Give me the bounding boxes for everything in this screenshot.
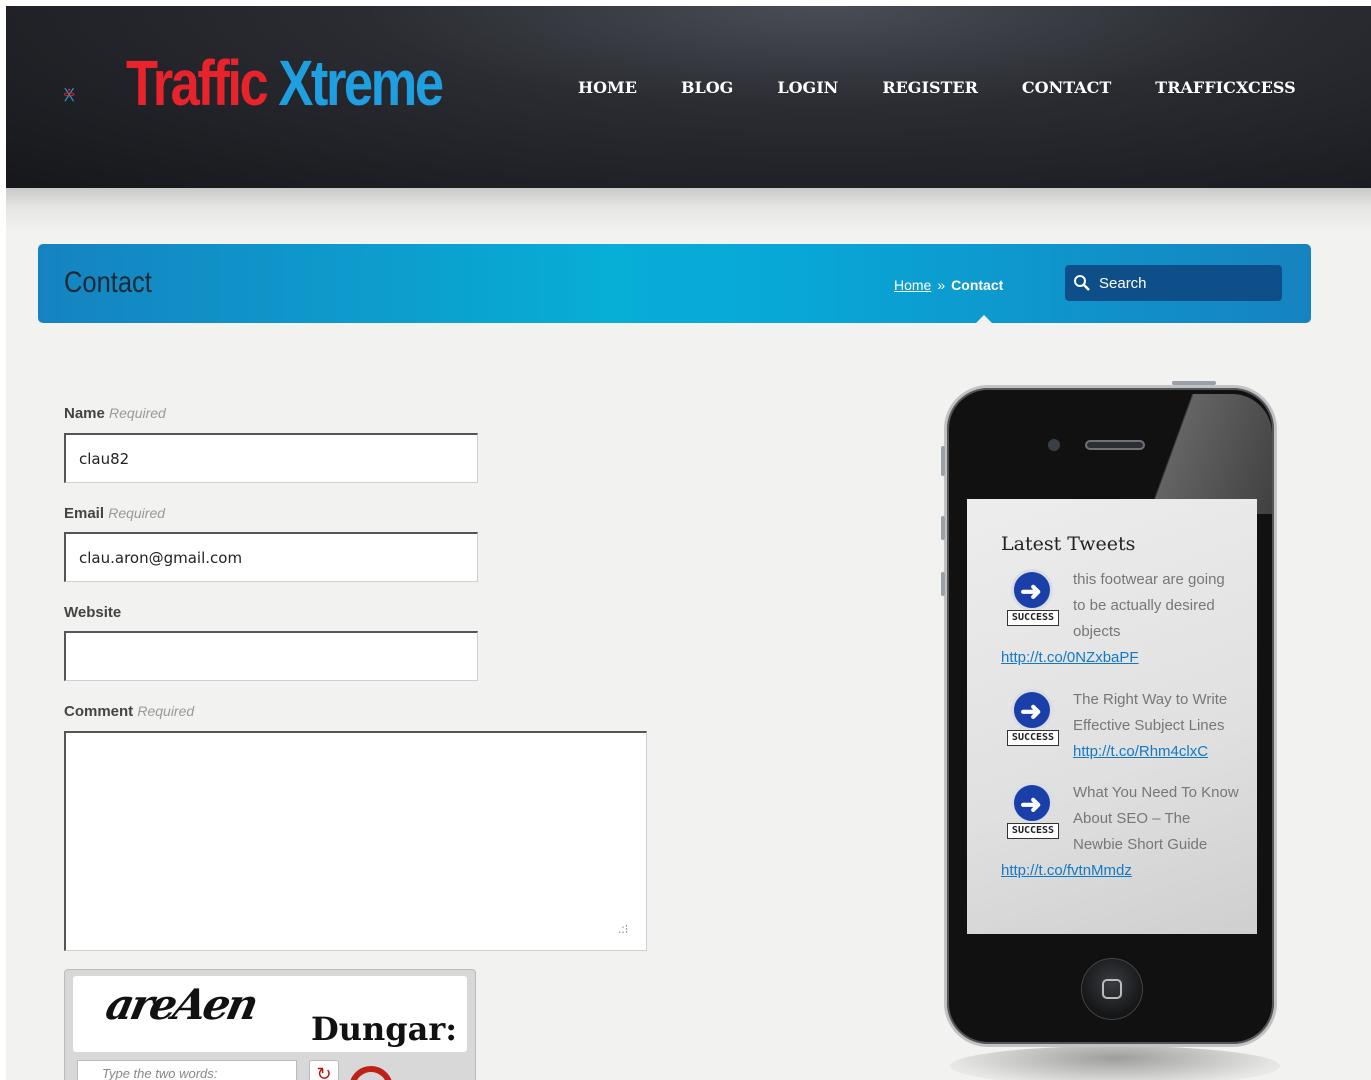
comment-label-text: Comment bbox=[64, 703, 134, 720]
phone-volume-down bbox=[941, 572, 945, 596]
captcha-word-1: areAen bbox=[101, 980, 261, 1029]
nav-login[interactable]: LOGIN bbox=[777, 78, 838, 97]
title-bar: Contact Home » Contact bbox=[38, 244, 1311, 323]
website-field[interactable] bbox=[64, 631, 478, 681]
phone-glare bbox=[1102, 394, 1272, 514]
nav-trafficxcess[interactable]: TRAFFICXCESS bbox=[1155, 78, 1295, 97]
name-required-hint: Required bbox=[109, 405, 166, 421]
website-label-text: Website bbox=[64, 604, 122, 621]
tweet-text: this footwear are going to be actually d… bbox=[1073, 571, 1225, 640]
success-avatar-icon: ➜ SUCCESS bbox=[1001, 567, 1063, 629]
nav-contact[interactable]: CONTACT bbox=[1022, 78, 1111, 97]
nav-register[interactable]: REGISTER bbox=[882, 78, 978, 97]
nav-home[interactable]: HOME bbox=[578, 78, 637, 97]
search-icon[interactable] bbox=[1073, 274, 1091, 292]
search-input[interactable] bbox=[1099, 270, 1274, 296]
breadcrumb-current: Contact bbox=[951, 277, 1004, 293]
email-required-hint: Required bbox=[108, 505, 166, 521]
tweet-item: ➜ SUCCESS What You Need To Know About SE… bbox=[1001, 780, 1241, 884]
tweets-title: Latest Tweets bbox=[1001, 533, 1136, 555]
tweet-link[interactable]: http://t.co/fvtnMmdz bbox=[1001, 862, 1132, 879]
captcha-widget: areAen Dungar: ↻ bbox=[64, 969, 476, 1080]
main-nav: HOME BLOG LOGIN REGISTER CONTACT TRAFFIC… bbox=[578, 78, 1340, 97]
captcha-image: areAen Dungar: bbox=[73, 976, 467, 1052]
logo-text[interactable]: Traffic Xtreme bbox=[126, 46, 444, 120]
tweet-link[interactable]: http://t.co/Rhm4clxC bbox=[1073, 743, 1208, 760]
latest-tweets-widget: Latest Tweets ➜ SUCCESS this footwear ar… bbox=[967, 499, 1257, 934]
success-badge: SUCCESS bbox=[1007, 610, 1059, 626]
resize-grip-icon[interactable]: .:⁝ bbox=[618, 922, 628, 936]
breadcrumb-home-link[interactable]: Home bbox=[894, 277, 931, 293]
phone-reflection bbox=[950, 1046, 1280, 1080]
tweet-item: ➜ SUCCESS The Right Way to Write Effecti… bbox=[1001, 687, 1241, 765]
site-header: Traffic Xtreme HOME BLOG LOGIN REGISTER … bbox=[6, 6, 1371, 188]
captcha-reload-icon[interactable]: ↻ bbox=[309, 1060, 339, 1080]
success-badge: SUCCESS bbox=[1007, 823, 1059, 839]
comment-required-hint: Required bbox=[137, 703, 195, 719]
phone-camera-icon bbox=[1048, 439, 1060, 451]
logo-word-xtreme: Xtreme bbox=[278, 47, 444, 119]
phone-power-button bbox=[1172, 381, 1216, 385]
name-field[interactable] bbox=[64, 433, 478, 483]
breadcrumb: Home » Contact bbox=[894, 277, 1003, 293]
phone-side-button bbox=[941, 446, 945, 476]
recaptcha-logo-icon bbox=[349, 1066, 393, 1080]
logo-icon[interactable] bbox=[64, 50, 128, 140]
success-badge: SUCCESS bbox=[1007, 730, 1059, 746]
name-label-text: Name bbox=[64, 405, 105, 422]
search-box[interactable] bbox=[1065, 265, 1282, 301]
breadcrumb-caret bbox=[976, 315, 992, 323]
success-avatar-icon: ➜ SUCCESS bbox=[1001, 687, 1063, 749]
page: Traffic Xtreme HOME BLOG LOGIN REGISTER … bbox=[6, 6, 1371, 1080]
header-shadow bbox=[6, 188, 1371, 232]
page-title: Contact bbox=[64, 266, 152, 299]
breadcrumb-separator: » bbox=[937, 277, 946, 293]
comment-label: Comment Required bbox=[64, 703, 194, 720]
email-field[interactable] bbox=[64, 532, 478, 582]
tweet-link[interactable]: http://t.co/0NZxbaPF bbox=[1001, 649, 1139, 666]
comment-textarea[interactable] bbox=[64, 731, 647, 951]
tweet-text: The Right Way to Write Effective Subject… bbox=[1073, 691, 1228, 734]
logo-word-traffic: Traffic bbox=[126, 47, 269, 119]
tweet-text: What You Need To Know About SEO – The Ne… bbox=[1073, 784, 1239, 853]
email-label-text: Email bbox=[64, 505, 105, 522]
phone-home-button-icon bbox=[1081, 958, 1143, 1020]
success-avatar-icon: ➜ SUCCESS bbox=[1001, 780, 1063, 842]
website-label: Website bbox=[64, 604, 121, 621]
tweet-item: ➜ SUCCESS this footwear are going to be … bbox=[1001, 567, 1241, 671]
captcha-input[interactable] bbox=[77, 1060, 297, 1080]
captcha-word-2: Dungar: bbox=[311, 1010, 458, 1048]
phone-volume-up bbox=[941, 516, 945, 540]
name-label: Name Required bbox=[64, 405, 166, 422]
nav-blog[interactable]: BLOG bbox=[681, 78, 733, 97]
phone-speaker-icon bbox=[1085, 440, 1145, 450]
email-label: Email Required bbox=[64, 505, 165, 522]
